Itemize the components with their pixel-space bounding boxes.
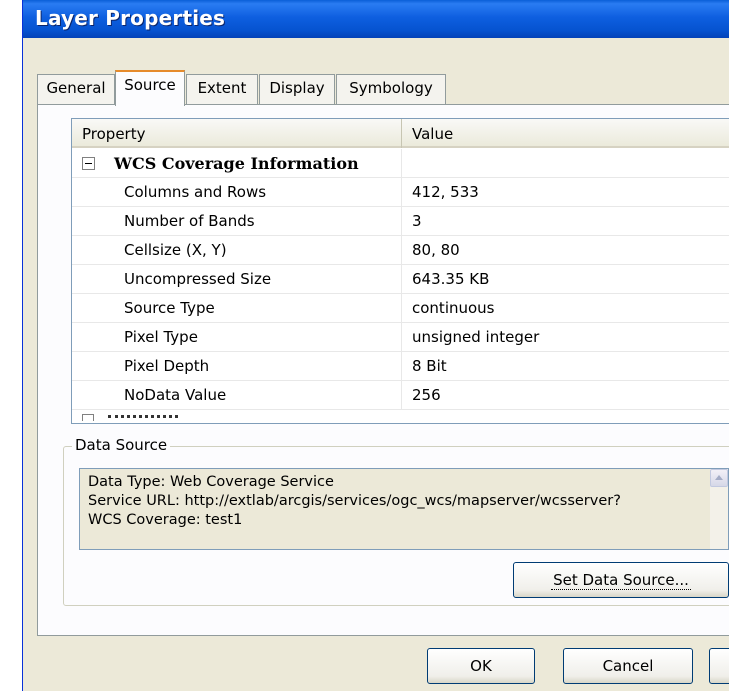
property-name: Uncompressed Size bbox=[72, 265, 402, 294]
apply-button[interactable] bbox=[709, 648, 729, 684]
title-bar[interactable]: Layer Properties bbox=[23, 0, 729, 38]
tab-symbology-label: Symbology bbox=[349, 79, 433, 97]
table-row[interactable]: Cellsize (X, Y) 80, 80 bbox=[72, 236, 729, 265]
table-row[interactable]: Source Type continuous bbox=[72, 294, 729, 323]
set-data-source-label: Set Data Source... bbox=[551, 571, 691, 590]
table-row[interactable]: Uncompressed Size 643.35 KB bbox=[72, 265, 729, 294]
property-value: 412, 533 bbox=[412, 183, 479, 201]
property-value: continuous bbox=[412, 299, 495, 317]
property-value: 256 bbox=[412, 386, 441, 404]
data-source-legend: Data Source bbox=[72, 436, 171, 454]
tab-display-label: Display bbox=[269, 79, 325, 97]
property-value: 643.35 KB bbox=[412, 270, 490, 288]
property-value: 80, 80 bbox=[412, 241, 460, 259]
property-name: Source Type bbox=[72, 294, 402, 323]
tab-extent[interactable]: Extent bbox=[186, 74, 258, 104]
property-name: Number of Bands bbox=[72, 207, 402, 236]
property-name: Columns and Rows bbox=[72, 178, 402, 207]
vertical-scrollbar[interactable] bbox=[710, 469, 728, 549]
group-value bbox=[402, 149, 729, 178]
column-header-property[interactable]: Property bbox=[72, 119, 402, 148]
tab-extent-label: Extent bbox=[197, 79, 247, 97]
property-name: Pixel Type bbox=[72, 323, 402, 352]
expand-icon[interactable] bbox=[82, 414, 94, 421]
tab-symbology[interactable]: Symbology bbox=[336, 74, 446, 104]
group-row-wcs-coverage[interactable]: WCS Coverage Information bbox=[72, 149, 729, 178]
tab-general[interactable]: General bbox=[37, 74, 115, 104]
group-label: WCS Coverage Information bbox=[72, 149, 402, 178]
ok-button[interactable]: OK bbox=[427, 648, 535, 684]
scroll-up-arrow-icon[interactable] bbox=[710, 469, 728, 487]
property-name: NoData Value bbox=[72, 381, 402, 410]
property-grid[interactable]: Property Value WCS Coverage Information … bbox=[71, 118, 729, 424]
cancel-button[interactable]: Cancel bbox=[563, 648, 693, 684]
tab-display[interactable]: Display bbox=[259, 74, 335, 104]
set-data-source-button[interactable]: Set Data Source... bbox=[513, 562, 729, 598]
data-source-line: WCS Coverage: test1 bbox=[88, 512, 243, 528]
table-row[interactable]: Pixel Type unsigned integer bbox=[72, 323, 729, 352]
data-source-textbox[interactable]: Data Type: Web Coverage Service Service … bbox=[79, 468, 729, 550]
data-source-line: Service URL: http://extlab/arcgis/servic… bbox=[88, 493, 621, 509]
table-row[interactable]: Pixel Depth 8 Bit bbox=[72, 352, 729, 381]
ok-label: OK bbox=[470, 657, 492, 675]
property-name: Pixel Depth bbox=[72, 352, 402, 381]
table-row[interactable]: Columns and Rows 412, 533 bbox=[72, 178, 729, 207]
table-row[interactable]: NoData Value 256 bbox=[72, 381, 729, 410]
grid-header: Property Value bbox=[72, 119, 729, 148]
clipped-row bbox=[72, 411, 729, 421]
property-name: Cellsize (X, Y) bbox=[72, 236, 402, 265]
tab-source-label: Source bbox=[124, 76, 176, 94]
property-value: 8 Bit bbox=[412, 357, 447, 375]
property-value: 3 bbox=[412, 212, 422, 230]
tab-general-label: General bbox=[46, 79, 106, 97]
column-header-value[interactable]: Value bbox=[402, 119, 729, 148]
cancel-label: Cancel bbox=[602, 657, 654, 675]
property-value: unsigned integer bbox=[412, 328, 540, 346]
data-source-line: Data Type: Web Coverage Service bbox=[88, 474, 334, 490]
window-title: Layer Properties bbox=[35, 6, 226, 30]
tab-source[interactable]: Source bbox=[115, 70, 185, 106]
clipped-row-text bbox=[108, 415, 178, 419]
layer-properties-dialog: Layer Properties General Source Extent D… bbox=[22, 0, 729, 691]
table-row[interactable]: Number of Bands 3 bbox=[72, 207, 729, 236]
